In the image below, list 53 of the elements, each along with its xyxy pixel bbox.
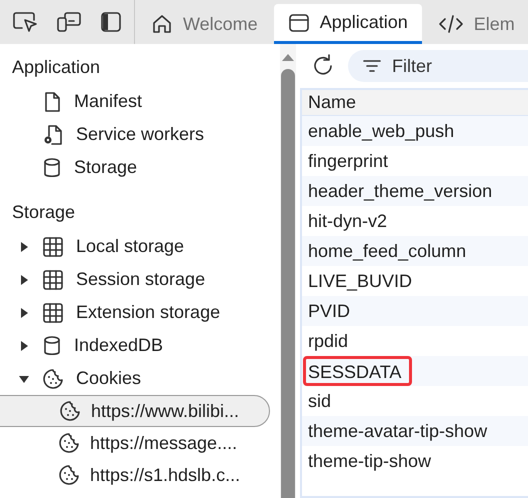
device-toolbar-icon[interactable] [56,11,82,33]
database-icon [42,334,62,356]
scrollbar[interactable] [280,44,296,498]
tree-item[interactable]: https://s1.hdslb.c... [0,459,276,491]
inspect-icon[interactable] [12,11,38,33]
cookie-icon [59,400,81,422]
table-cell-text: rpdid [307,330,350,353]
tree-item[interactable]: https://message.... [0,427,276,459]
table-cell-text: PVID [307,300,352,322]
tab[interactable]: Welcome [143,4,266,44]
scrollbar-thumb[interactable] [281,69,295,498]
table-cell-text: sid [307,390,332,412]
grid-icon [42,268,64,290]
table-cell-text: theme-tip-show [307,450,432,473]
tree-item[interactable]: Session storage [76,266,206,293]
tree-item[interactable]: Extension storage [76,299,220,326]
tree-item[interactable]: https://www.bilibi... [0,395,270,427]
table-cell-text: hit-dyn-v2 [307,210,388,233]
file-icon [42,90,62,112]
tree-item[interactable]: Manifest [74,88,142,115]
grid-icon [42,236,64,258]
filter-icon [362,58,382,74]
caret-icon[interactable] [18,274,30,286]
table-cell: SESSDATA [303,356,412,386]
tree-item[interactable]: Storage [74,154,138,181]
code-icon [438,13,464,35]
cookie-icon [58,464,80,486]
section-title: Application [11,56,102,78]
tree-item[interactable]: Cookies [76,365,142,392]
grid-icon [42,302,64,324]
caret-icon[interactable] [18,340,30,352]
cookie-icon [42,368,64,390]
tree-item[interactable]: IndexedDB [74,332,164,359]
table-cell-text: enable_web_push [307,120,456,143]
scroll-up-icon[interactable] [281,52,295,62]
filter-field[interactable]: Filter [348,50,528,82]
tree-item[interactable]: Service workers [76,121,204,148]
caret-icon[interactable] [18,306,30,318]
cookie-icon [58,432,80,454]
table-cell-text: home_feed_column [307,240,468,262]
sidebar-toggle-icon[interactable] [100,11,122,33]
tab[interactable]: Application [274,4,422,44]
window-icon [288,12,310,34]
home-icon [151,13,173,35]
table-cell-text: header_theme_version [307,180,494,202]
section-title: Storage [11,201,76,223]
table-cell-text: theme-avatar-tip-show [307,420,488,443]
tab[interactable]: Elem [430,4,523,44]
tree-item[interactable]: Local storage [76,233,184,260]
table-cell-text: LIVE_BUVID [307,270,414,292]
table-cell-text: fingerprint [307,150,390,173]
database-icon [42,156,62,178]
caret-icon[interactable] [18,240,30,252]
